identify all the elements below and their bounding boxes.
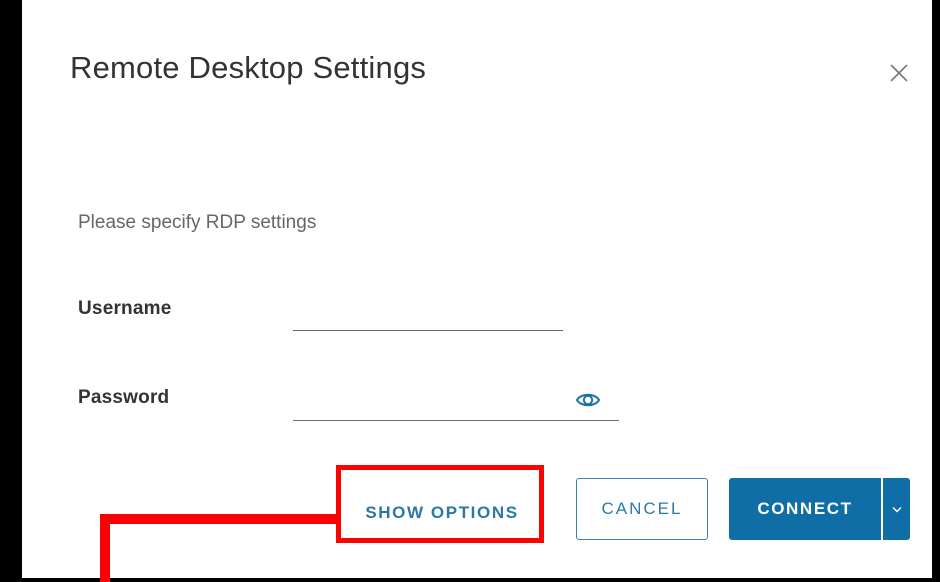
close-icon[interactable]: [886, 60, 912, 86]
eye-icon[interactable]: [575, 388, 601, 412]
annotation-connector-vertical: [100, 514, 110, 582]
dialog-title: Remote Desktop Settings: [70, 50, 427, 85]
chevron-down-icon: [891, 499, 903, 519]
connect-options-button[interactable]: [883, 478, 910, 540]
annotation-connector-horizontal: [100, 514, 338, 524]
annotation-highlight-box: [336, 465, 544, 543]
connect-button[interactable]: CONNECT: [729, 478, 881, 540]
dialog-subtitle: Please specify RDP settings: [78, 212, 317, 233]
cancel-button[interactable]: CANCEL: [576, 478, 708, 540]
password-label: Password: [78, 387, 170, 408]
username-field[interactable]: [293, 300, 563, 331]
username-label: Username: [78, 298, 172, 319]
password-field[interactable]: [293, 390, 619, 421]
